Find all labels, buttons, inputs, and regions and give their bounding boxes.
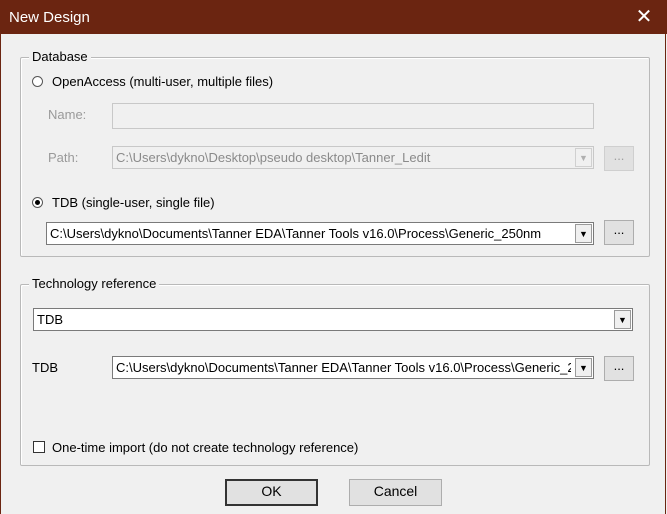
openaccess-browse-button[interactable]: ... (604, 146, 634, 171)
technology-browse-button[interactable]: ... (604, 356, 634, 381)
window-title: New Design (9, 9, 90, 26)
technology-type-combo[interactable]: TDB ▼ (33, 308, 633, 331)
database-legend: Database (29, 49, 91, 64)
close-icon[interactable]: ✕ (633, 6, 655, 28)
openaccess-label[interactable]: OpenAccess (multi-user, multiple files) (52, 74, 273, 89)
technology-type-value: TDB (37, 312, 63, 327)
tdb-browse-button[interactable]: ... (604, 220, 634, 245)
name-field[interactable] (112, 103, 594, 129)
dropdown-arrow-icon[interactable]: ▼ (614, 310, 631, 329)
name-label: Name: (48, 107, 87, 122)
tdb-path-value: C:\Users\dykno\Documents\Tanner EDA\Tann… (50, 226, 542, 241)
cancel-button[interactable]: Cancel (349, 479, 442, 506)
tdb-path-combo[interactable]: C:\Users\dykno\Documents\Tanner EDA\Tann… (46, 222, 594, 245)
technology-tdb-combo[interactable]: C:\Users\dykno\Documents\Tanner EDA\Tann… (112, 356, 594, 379)
openaccess-path-value: C:\Users\dykno\Desktop\pseudo desktop\Ta… (116, 150, 431, 165)
openaccess-radio[interactable] (32, 76, 43, 87)
tdb-radio[interactable] (32, 197, 43, 208)
onetime-import-checkbox[interactable] (33, 441, 45, 453)
path-label: Path: (48, 150, 79, 165)
dropdown-arrow-icon[interactable]: ▼ (575, 224, 592, 243)
onetime-import-label[interactable]: One-time import (do not create technolog… (52, 440, 358, 455)
technology-legend: Technology reference (29, 276, 160, 291)
title-bar: New Design ✕ (0, 0, 667, 34)
ok-button[interactable]: OK (225, 479, 318, 506)
tdb-radio-label[interactable]: TDB (single-user, single file) (52, 195, 215, 210)
openaccess-path-combo[interactable]: C:\Users\dykno\Desktop\pseudo desktop\Ta… (112, 146, 594, 169)
dropdown-arrow-icon[interactable]: ▼ (575, 148, 592, 167)
technology-tdb-label: TDB (32, 360, 58, 375)
dropdown-arrow-icon[interactable]: ▼ (575, 358, 592, 377)
technology-tdb-value: C:\Users\dykno\Documents\Tanner EDA\Tann… (116, 360, 571, 375)
